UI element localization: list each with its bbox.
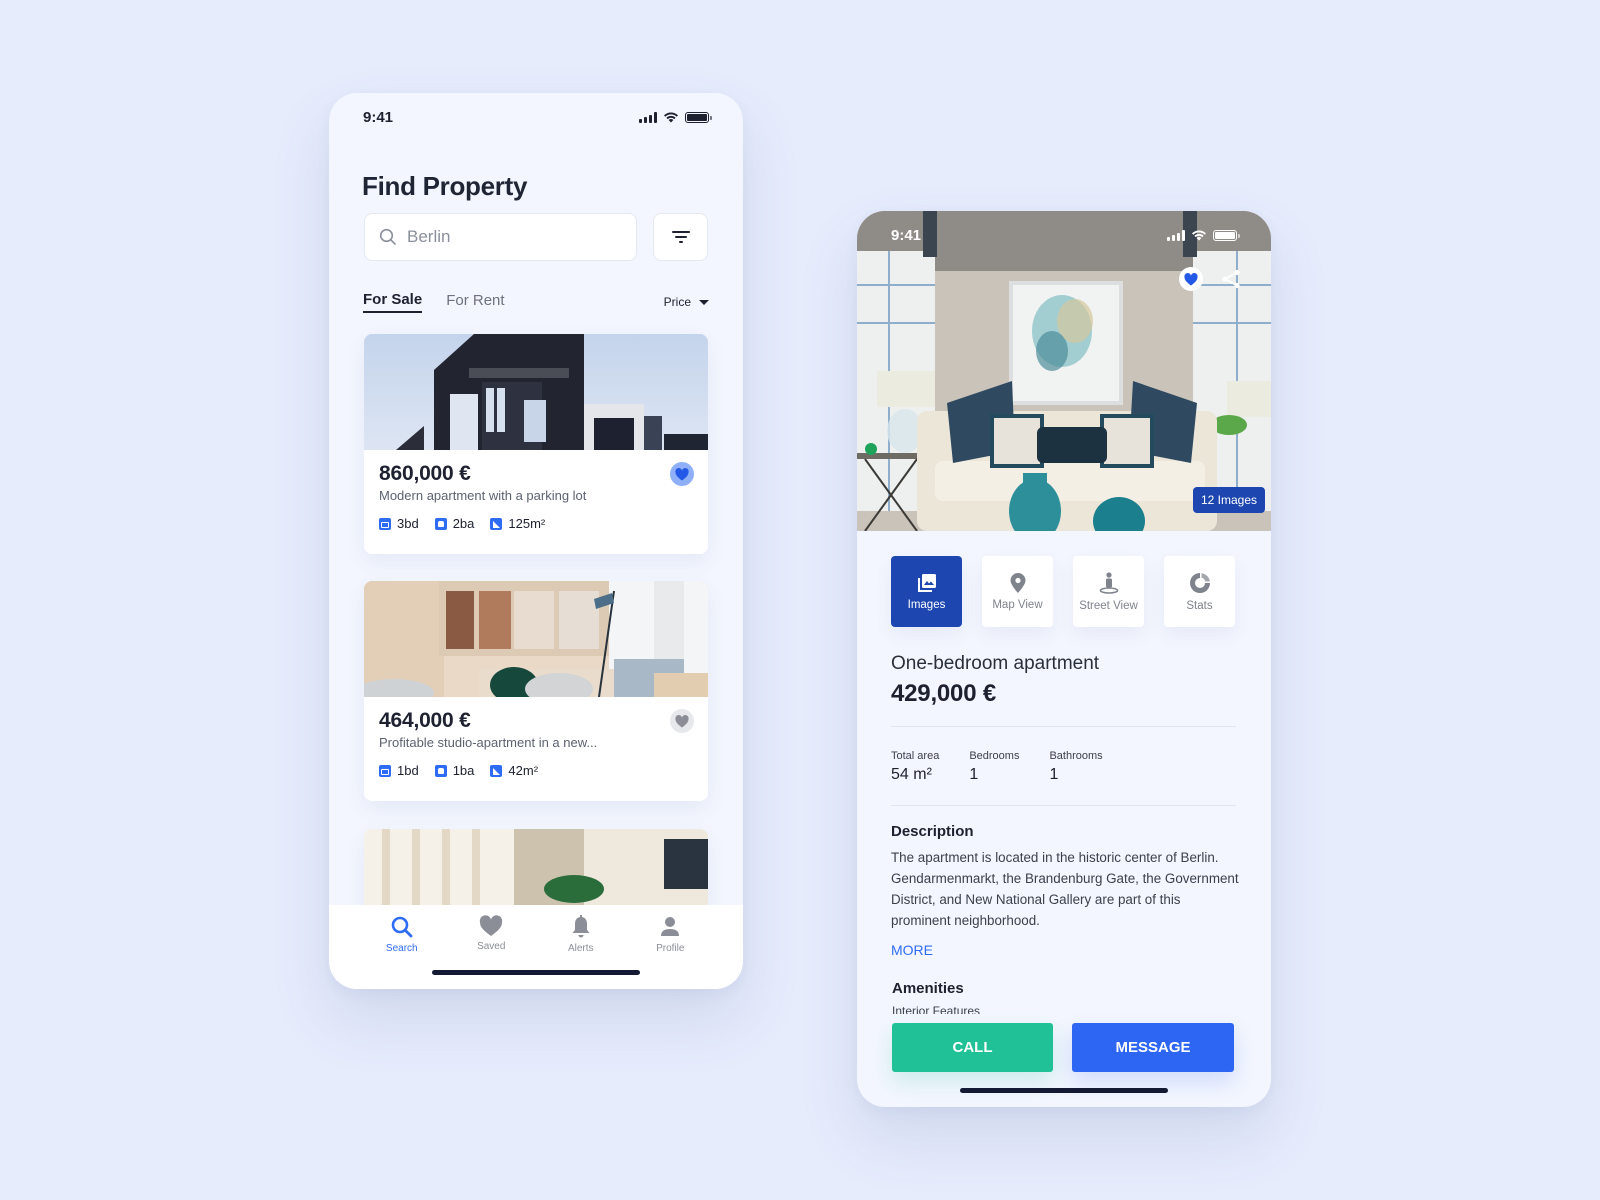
hero-photo[interactable] xyxy=(857,211,1271,531)
heart-icon xyxy=(675,714,689,727)
home-indicator xyxy=(960,1088,1168,1093)
status-bar: 9:41 xyxy=(329,93,743,141)
bathrooms-count: 2ba xyxy=(452,516,475,531)
more-link[interactable]: MORE xyxy=(891,942,933,958)
search-input[interactable] xyxy=(407,227,607,247)
bathrooms-count: 1ba xyxy=(452,763,475,778)
stats-icon xyxy=(1189,572,1210,593)
map-pin-icon xyxy=(1010,572,1025,593)
tab-bar-profile[interactable]: Profile xyxy=(640,915,700,989)
bell-icon xyxy=(572,915,590,938)
area-icon xyxy=(490,517,503,530)
listing-price: 860,000 € xyxy=(379,462,471,485)
status-bar: 9:41 xyxy=(857,211,1271,259)
listing-features: 3bd 2ba 125m² xyxy=(379,516,693,531)
search-icon xyxy=(379,228,396,245)
page-title: Find Property xyxy=(362,171,528,201)
save-toggle[interactable] xyxy=(670,462,694,486)
search-field[interactable] xyxy=(364,213,637,261)
tab-bar-search[interactable]: Search xyxy=(372,915,432,989)
area-icon xyxy=(490,764,503,777)
spec-total-area: Total area 54 m² xyxy=(891,750,940,783)
description-heading: Description xyxy=(891,823,974,840)
battery-icon xyxy=(685,111,712,123)
property-detail-screen: 9:41 12 Images Images Map View Street Vi… xyxy=(857,211,1271,1107)
segment-stats[interactable]: Stats xyxy=(1164,556,1235,627)
signal-icon xyxy=(639,111,657,123)
sort-dropdown[interactable]: Price xyxy=(664,295,709,309)
property-list-screen: 9:41 Find Property For Sale For Rent Pri… xyxy=(329,93,743,989)
amenities-heading: Amenities xyxy=(892,980,964,997)
call-button[interactable]: CALL xyxy=(892,1023,1053,1072)
image-count-badge[interactable]: 12 Images xyxy=(1192,487,1265,513)
listing-title: Modern apartment with a parking lot xyxy=(379,488,587,503)
listing-title: Profitable studio-apartment in a new... xyxy=(379,735,598,750)
search-icon xyxy=(391,916,413,938)
status-time: 9:41 xyxy=(891,226,922,244)
bed-icon xyxy=(379,517,391,530)
listing-price: 464,000 € xyxy=(379,709,471,732)
bottom-tab-bar: Search Saved Alerts Profile xyxy=(329,905,743,989)
listing-type-tabs: For Sale For Rent Price xyxy=(363,290,709,314)
heart-icon xyxy=(675,467,689,480)
tab-bar-alerts[interactable]: Alerts xyxy=(551,915,611,989)
media-view-switcher: Images Map View Street View Stats xyxy=(891,556,1235,627)
message-button[interactable]: MESSAGE xyxy=(1072,1023,1234,1072)
area-value: 42m² xyxy=(508,763,539,778)
battery-icon xyxy=(1213,229,1240,241)
tab-for-sale[interactable]: For Sale xyxy=(363,291,423,313)
wifi-icon xyxy=(1192,230,1206,241)
listing-features: 1bd 1ba 42m² xyxy=(379,763,693,778)
listing-photo xyxy=(364,334,708,450)
property-title: One-bedroom apartment xyxy=(891,653,1100,674)
segment-street-view[interactable]: Street View xyxy=(1073,556,1144,627)
segment-map-view[interactable]: Map View xyxy=(982,556,1053,627)
listing-photo xyxy=(364,581,708,697)
street-view-icon xyxy=(1099,571,1118,594)
area-value: 125m² xyxy=(508,516,546,531)
bedrooms-count: 1bd xyxy=(397,763,419,778)
amenities-subheading: Interior Features xyxy=(892,1004,981,1014)
bed-icon xyxy=(379,764,391,777)
caret-down-icon xyxy=(699,299,709,305)
save-toggle[interactable] xyxy=(670,709,694,733)
spec-bathrooms: Bathrooms 1 xyxy=(1049,750,1103,783)
sort-label: Price xyxy=(663,295,691,309)
tab-bar-saved[interactable]: Saved xyxy=(461,915,521,989)
heart-icon xyxy=(480,915,503,936)
home-indicator xyxy=(432,970,640,975)
images-icon xyxy=(917,573,936,592)
signal-icon xyxy=(1167,229,1185,241)
divider xyxy=(891,726,1236,727)
listing-card[interactable]: 860,000 € Modern apartment with a parkin… xyxy=(364,334,708,554)
spec-bedrooms: Bedrooms 1 xyxy=(969,750,1020,783)
share-icon[interactable] xyxy=(1221,269,1241,289)
listing-card[interactable]: 464,000 € Profitable studio-apartment in… xyxy=(364,581,708,801)
property-price: 429,000 € xyxy=(891,680,996,707)
bath-icon xyxy=(434,764,447,777)
wifi-icon xyxy=(664,112,678,123)
status-time: 9:41 xyxy=(363,108,394,126)
divider xyxy=(891,805,1236,806)
bedrooms-count: 3bd xyxy=(397,516,419,531)
save-toggle[interactable] xyxy=(1179,267,1203,291)
user-icon xyxy=(661,917,680,936)
heart-icon xyxy=(1184,272,1198,285)
description-text: The apartment is located in the historic… xyxy=(891,850,1239,928)
filter-icon xyxy=(671,231,690,243)
tab-for-rent[interactable]: For Rent xyxy=(446,292,504,312)
segment-images[interactable]: Images xyxy=(891,556,962,627)
property-specs: Total area 54 m² Bedrooms 1 Bathrooms 1 xyxy=(891,750,1103,784)
filter-button[interactable] xyxy=(653,213,708,261)
bath-icon xyxy=(434,517,447,530)
